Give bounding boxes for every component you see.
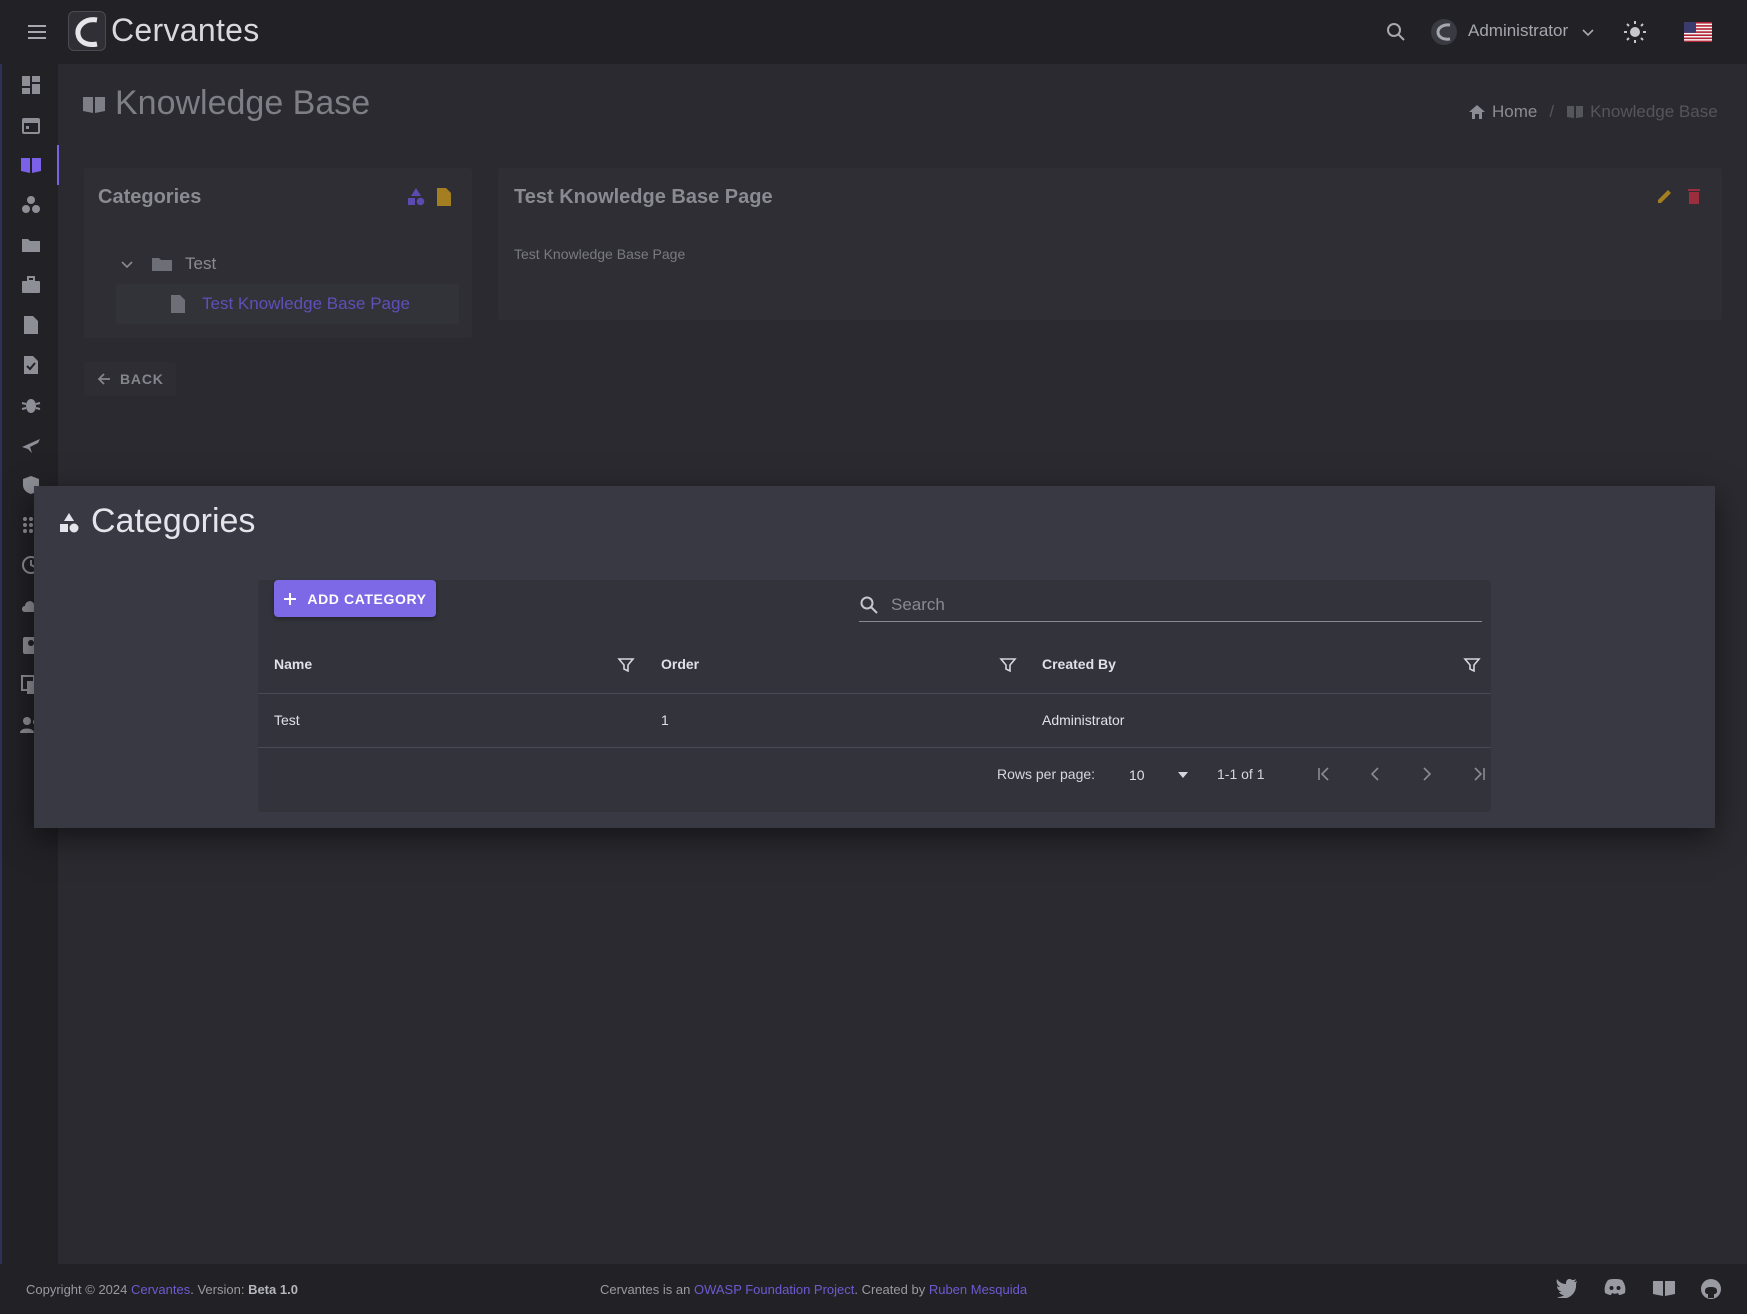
calendar-icon[interactable] xyxy=(16,110,46,140)
author-link[interactable]: Ruben Mesquida xyxy=(929,1282,1027,1297)
categories-panel: Categories Test Test Knowledge Base Page xyxy=(84,168,472,338)
filter-icon[interactable] xyxy=(999,656,1017,674)
search-input[interactable] xyxy=(891,594,1451,615)
column-header-created-by[interactable]: Created By xyxy=(1042,656,1116,672)
project-prefix: Cervantes is an xyxy=(600,1282,691,1297)
divider xyxy=(258,693,1491,694)
next-page-icon[interactable] xyxy=(1413,760,1441,788)
discord-icon[interactable] xyxy=(1604,1278,1626,1300)
footer-copyright: Copyright © 2024 Cervantes. Version: Bet… xyxy=(26,1282,298,1297)
sun-icon[interactable] xyxy=(1622,19,1648,45)
flag-us-icon[interactable] xyxy=(1684,22,1712,42)
breadcrumb: Home / Knowledge Base xyxy=(1468,102,1718,122)
search-icon xyxy=(860,596,878,614)
last-page-icon[interactable] xyxy=(1465,760,1493,788)
chevron-down-icon[interactable] xyxy=(1580,24,1596,40)
tree-page-label: Test Knowledge Base Page xyxy=(202,294,410,313)
shapes-icon xyxy=(58,512,80,534)
dialog-title: Categories xyxy=(91,502,256,540)
file-icon xyxy=(171,295,185,313)
version-label: . Version: xyxy=(190,1282,245,1297)
created-prefix: . Created by xyxy=(854,1282,926,1297)
filter-icon[interactable] xyxy=(617,656,635,674)
back-button[interactable]: BACK xyxy=(84,362,176,396)
column-header-name[interactable]: Name xyxy=(274,656,312,672)
first-page-icon[interactable] xyxy=(1310,760,1338,788)
search-icon[interactable] xyxy=(1384,20,1408,44)
chevron-down-icon[interactable] xyxy=(119,256,135,272)
search-field xyxy=(859,588,1482,622)
brand-link[interactable]: Cervantes xyxy=(131,1282,190,1297)
back-label: BACK xyxy=(120,371,164,387)
divider xyxy=(258,747,1491,748)
filter-icon[interactable] xyxy=(1463,656,1481,674)
footer: Copyright © 2024 Cervantes. Version: Bet… xyxy=(0,1264,1747,1314)
github-icon[interactable] xyxy=(1700,1278,1722,1300)
kb-page-panel: Test Knowledge Base Page Test Knowledge … xyxy=(498,168,1722,320)
bug-icon[interactable] xyxy=(16,390,46,420)
copyright-text: Copyright © 2024 xyxy=(26,1282,128,1297)
rows-per-page-select[interactable]: 10 xyxy=(1129,762,1189,788)
app-brand[interactable]: Cervantes xyxy=(111,12,260,49)
trash-icon[interactable] xyxy=(1686,187,1706,207)
book-icon[interactable] xyxy=(1652,1278,1675,1300)
rows-per-page-label: Rows per page: xyxy=(997,766,1096,782)
briefcase-icon[interactable] xyxy=(16,270,46,300)
cell-name: Test xyxy=(274,712,300,728)
app-logo[interactable] xyxy=(68,11,106,51)
version-value: Beta 1.0 xyxy=(248,1282,298,1297)
shapes-icon[interactable] xyxy=(406,187,426,207)
folder-icon[interactable] xyxy=(16,230,46,260)
add-category-label: ADD CATEGORY xyxy=(307,590,427,607)
column-header-order[interactable]: Order xyxy=(661,656,699,672)
tree-folder-test[interactable]: Test xyxy=(119,254,216,274)
categories-table: ADD CATEGORY Name Order Created By Test … xyxy=(258,580,1491,812)
footer-credits: Cervantes is an OWASP Foundation Project… xyxy=(600,1282,1027,1297)
cell-created-by: Administrator xyxy=(1042,712,1125,728)
breadcrumb-current-label: Knowledge Base xyxy=(1590,102,1718,121)
tree-page-item[interactable]: Test Knowledge Base Page xyxy=(170,294,410,314)
pencil-icon[interactable] xyxy=(1656,187,1676,207)
book-icon[interactable] xyxy=(16,150,46,180)
caret-down-icon xyxy=(1178,772,1188,778)
book-icon xyxy=(82,94,106,118)
breadcrumb-home[interactable]: Home xyxy=(1468,102,1537,122)
kb-page-content: Test Knowledge Base Page xyxy=(514,246,686,262)
page-title: Knowledge Base xyxy=(115,84,371,122)
task-icon[interactable] xyxy=(16,350,46,380)
sidebar-active-indicator xyxy=(57,145,59,185)
tree-folder-label: Test xyxy=(185,254,217,273)
breadcrumb-home-label: Home xyxy=(1492,102,1538,121)
book-icon xyxy=(1567,106,1584,118)
document-icon[interactable] xyxy=(16,310,46,340)
folder-icon xyxy=(152,258,172,271)
arrow-left-icon xyxy=(97,373,110,385)
rows-per-page-value: 10 xyxy=(1129,767,1145,783)
kb-page-title: Test Knowledge Base Page xyxy=(514,186,773,208)
categories-panel-title: Categories xyxy=(98,186,202,208)
breadcrumb-current: Knowledge Base xyxy=(1566,102,1718,122)
add-category-button[interactable]: ADD CATEGORY xyxy=(274,580,436,617)
plane-icon[interactable] xyxy=(16,430,46,460)
cell-order: 1 xyxy=(661,712,669,728)
breadcrumb-separator: / xyxy=(1549,102,1555,121)
add-page-icon[interactable] xyxy=(436,187,456,207)
categories-dialog: Categories ADD CATEGORY Name Order Creat… xyxy=(34,486,1715,828)
plus-icon xyxy=(284,592,297,605)
owasp-link[interactable]: OWASP Foundation Project xyxy=(694,1282,854,1297)
user-avatar[interactable] xyxy=(1431,19,1457,45)
pagination-range: 1-1 of 1 xyxy=(1217,766,1265,782)
top-bar: Cervantes Administrator xyxy=(0,0,1747,64)
prev-page-icon[interactable] xyxy=(1361,760,1389,788)
dashboard-icon[interactable] xyxy=(16,70,46,100)
user-name[interactable]: Administrator xyxy=(1468,21,1568,41)
menu-icon[interactable] xyxy=(26,21,50,43)
home-icon xyxy=(1469,105,1485,119)
twitter-icon[interactable] xyxy=(1556,1278,1578,1300)
clients-icon[interactable] xyxy=(16,190,46,220)
